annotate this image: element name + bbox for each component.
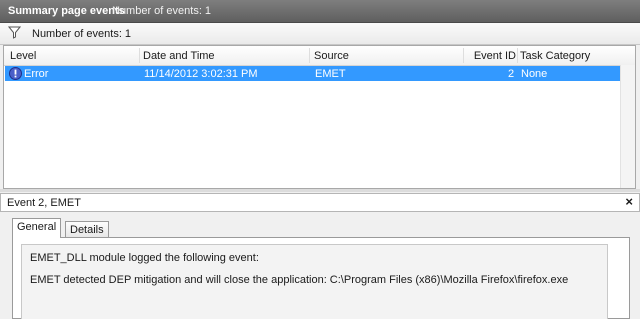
event-details-pane: Event 2, EMET × General Details EMET_DLL… bbox=[0, 193, 640, 319]
column-separator[interactable] bbox=[139, 48, 140, 63]
event-message-box[interactable]: EMET_DLL module logged the following eve… bbox=[21, 244, 608, 319]
page-title: Summary page events bbox=[8, 5, 125, 17]
close-icon[interactable]: × bbox=[625, 194, 633, 209]
filter-bar: Number of events: 1 bbox=[0, 23, 640, 45]
event-count-label: Number of events: 1 bbox=[112, 5, 212, 17]
vertical-scrollbar[interactable] bbox=[620, 65, 635, 188]
table-row[interactable]: Error 11/14/2012 3:02:31 PM EMET 2 None bbox=[5, 66, 620, 81]
summary-title-bar: Summary page events Number of events: 1 bbox=[0, 0, 640, 23]
tab-label: Details bbox=[70, 224, 104, 236]
pane-splitter[interactable] bbox=[0, 189, 640, 192]
cell-task-category: None bbox=[521, 68, 548, 80]
column-separator[interactable] bbox=[463, 48, 464, 63]
cell-event-id: 2 bbox=[508, 68, 515, 80]
tab-label: General bbox=[17, 221, 57, 233]
tab-details[interactable]: Details bbox=[65, 221, 109, 238]
filter-event-count: Number of events: 1 bbox=[32, 28, 132, 40]
column-separator[interactable] bbox=[309, 48, 310, 63]
column-separator[interactable] bbox=[517, 48, 518, 63]
general-tab-panel: EMET_DLL module logged the following eve… bbox=[12, 237, 630, 319]
filter-icon[interactable] bbox=[8, 26, 21, 39]
cell-level: Error bbox=[24, 68, 49, 80]
event-message-line: EMET detected DEP mitigation and will cl… bbox=[30, 274, 569, 286]
error-icon bbox=[9, 67, 22, 80]
details-title: Event 2, EMET bbox=[7, 197, 81, 209]
cell-date-time: 11/14/2012 3:02:31 PM bbox=[144, 68, 258, 80]
column-header-source[interactable]: Source bbox=[314, 50, 349, 62]
column-header-date-time[interactable]: Date and Time bbox=[143, 50, 215, 62]
column-header-task-category[interactable]: Task Category bbox=[520, 50, 590, 62]
tab-general[interactable]: General bbox=[12, 218, 62, 238]
event-message-line: EMET_DLL module logged the following eve… bbox=[30, 252, 259, 264]
cell-source: EMET bbox=[315, 68, 346, 80]
events-table: Level Date and Time Source Event ID Task… bbox=[3, 45, 636, 189]
column-header-event-id[interactable]: Event ID bbox=[474, 50, 516, 62]
details-header: Event 2, EMET × bbox=[0, 193, 640, 212]
table-header: Level Date and Time Source Event ID Task… bbox=[4, 46, 635, 66]
column-header-level[interactable]: Level bbox=[10, 50, 36, 62]
